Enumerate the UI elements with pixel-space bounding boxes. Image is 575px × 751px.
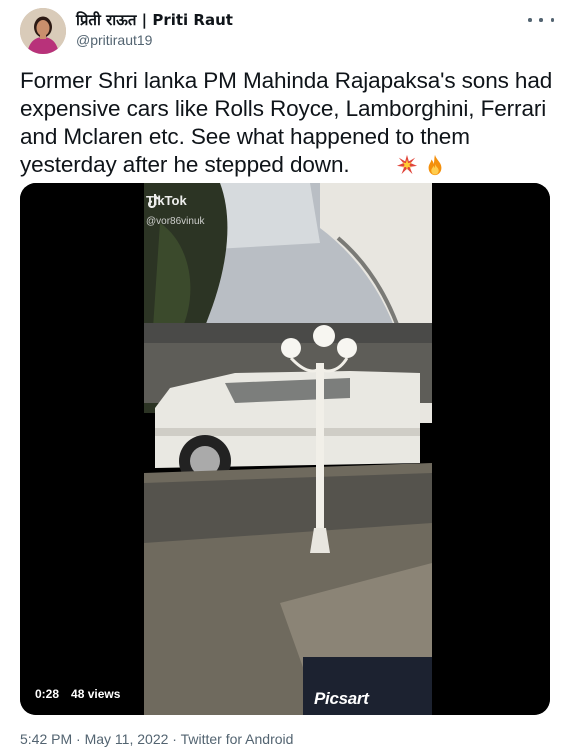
tiktok-watermark: TikTok xyxy=(146,193,187,208)
meta-separator: · xyxy=(76,731,81,747)
tweet-date[interactable]: May 11, 2022 xyxy=(85,731,169,747)
meta-separator: · xyxy=(172,731,177,747)
tiktok-handle: @vor86vinuk xyxy=(146,216,205,227)
video-views: 48 views xyxy=(69,685,123,703)
author-handle[interactable]: @pritiraut19 xyxy=(76,32,152,49)
author-display-name[interactable]: प्रिती राऊत | Priti Raut xyxy=(76,11,233,29)
avatar[interactable] xyxy=(20,8,66,54)
tweet-time[interactable]: 5:42 PM xyxy=(20,731,72,747)
more-options-icon[interactable] xyxy=(528,10,554,30)
tweet-meta: 5:42 PM · May 11, 2022 · Twitter for And… xyxy=(20,731,293,747)
tweet-body: Former Shri lanka PM Mahinda Rajapaksa's… xyxy=(20,68,553,177)
tweet-client[interactable]: Twitter for Android xyxy=(181,731,294,747)
tweet-video[interactable]: TikTok @vor86vinuk 0:28 48 views Picsart xyxy=(20,183,550,715)
fire-emoji-icon xyxy=(428,154,442,176)
picsart-watermark: Picsart xyxy=(314,689,369,708)
video-duration: 0:28 xyxy=(33,685,62,703)
profile-photo-icon xyxy=(20,8,66,54)
tweet-text: Former Shri lanka PM Mahinda Rajapaksa's… xyxy=(20,67,555,179)
video-frame xyxy=(20,183,550,715)
tiktok-logo-icon xyxy=(148,194,159,208)
collision-emoji-icon xyxy=(396,154,417,175)
video-stats: 0:28 48 views xyxy=(33,685,123,703)
